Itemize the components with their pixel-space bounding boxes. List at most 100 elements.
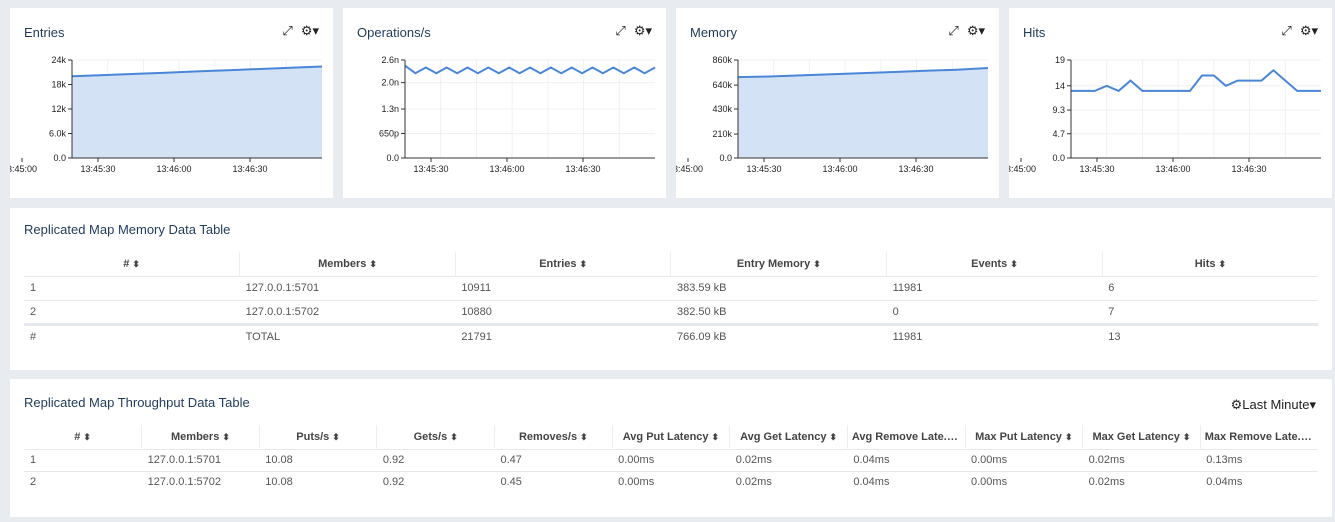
chart-title: Hits — [1023, 25, 1046, 40]
table-cell: 21791 — [455, 322, 671, 348]
column-header[interactable]: Max Put Latency ⬍ — [965, 425, 1084, 449]
chart-title: Operations/s — [357, 25, 431, 40]
column-header[interactable]: Max Get Latency ⬍ — [1082, 425, 1201, 449]
table-cell: 11981 — [886, 275, 1103, 300]
gear-icon[interactable]: ⚙▾ — [967, 23, 985, 39]
column-header[interactable]: Gets/s ⬍ — [376, 425, 495, 449]
y-tick-label: 430k — [712, 104, 732, 114]
sort-icon: ⬍ — [132, 258, 140, 269]
memory-table-panel: Replicated Map Memory Data Table # ⬍ Membe… — [10, 208, 1332, 370]
table-cell: 7 — [1102, 299, 1318, 324]
column-header[interactable]: Events ⬍ — [886, 252, 1103, 276]
memory-table: # ⬍ Members ⬍ Entries ⬍ Entry Memory ⬍ Events ⬍ Hi… — [24, 252, 1318, 348]
chart-title: Memory — [690, 25, 737, 40]
series-line — [1071, 68, 1321, 93]
x-tick-label: 13:46:00 — [822, 164, 857, 174]
table-row: 2 127.0.0.1:5702 10.08 0.92 0.45 0.00ms 0.02ms… — [24, 470, 1318, 493]
throughput-table: # ⬍ Members ⬍ Puts/s ⬍ Gets/s ⬍ Removes/s ⬍ Avg Pu… — [24, 425, 1318, 493]
chart-panel-operations: Operations/s ⤢ ⚙▾ 2.6n 2.0n 1.3n 650p 0.0 13:… — [343, 8, 666, 198]
column-header[interactable]: Avg Get Latency ⬍ — [729, 425, 848, 449]
column-header-label: Avg Get Latency — [740, 430, 827, 443]
table-cell: 0.00ms — [612, 470, 730, 493]
column-header-label: # — [74, 430, 81, 443]
chart-svg: 19 14 9.3 4.7 0.0 3:45:00 13:45:30 13:46:00 13:4… — [1009, 55, 1321, 174]
expand-icon[interactable]: ⤢ — [1281, 23, 1291, 39]
table-cell: 1 — [24, 448, 142, 471]
range-dropdown[interactable]: ⚙Last Minute▾ — [1231, 397, 1316, 413]
y-tick-label: 19 — [1055, 55, 1065, 65]
column-header-label: Gets/s — [413, 430, 448, 443]
sort-icon: ⬍ — [579, 258, 588, 269]
sort-icon: ⬍ — [1182, 431, 1191, 442]
column-header-label: Max Put Latency — [975, 430, 1062, 443]
column-header[interactable]: Puts/s ⬍ — [259, 425, 378, 449]
column-header-label: Entries — [539, 257, 577, 270]
sort-icon: ⬍ — [1010, 258, 1018, 269]
y-tick-label: 0.0 — [53, 153, 66, 163]
gear-icon[interactable]: ⚙▾ — [1300, 23, 1318, 39]
column-header-label: Entry Memory — [736, 257, 811, 270]
column-header[interactable]: Members ⬍ — [141, 425, 260, 449]
x-tick-label: 13:45:30 — [1079, 164, 1114, 174]
column-header-label: Puts/s — [296, 430, 330, 443]
table-cell: 0.04ms — [1200, 470, 1318, 493]
x-tick-label: 13:46:00 — [489, 164, 524, 174]
gear-icon: ⚙ — [1230, 397, 1243, 412]
column-header[interactable]: Hits ⬍ — [1102, 252, 1318, 276]
sort-icon: ⬍ — [829, 431, 838, 442]
table-cell: 127.0.0.1:5701 — [141, 448, 260, 471]
chart-panel-hits: Hits ⤢ ⚙▾ 19 14 9.3 4.7 0.0 3:45:00 13:45:30 13… — [1009, 8, 1332, 198]
gear-icon[interactable]: ⚙▾ — [301, 23, 319, 39]
sort-icon: ⬍ — [1064, 431, 1073, 442]
column-header-label: # — [123, 257, 130, 270]
table-cell: TOTAL — [239, 322, 456, 348]
column-header[interactable]: Members ⬍ — [239, 252, 456, 276]
table-cell: 0.04ms — [847, 448, 965, 471]
table-cell: 1 — [24, 275, 240, 300]
x-tick-label: 13:45:30 — [80, 164, 115, 174]
y-tick-label: 0.0 — [719, 153, 732, 163]
column-header[interactable]: Avg Put Latency ⬍ — [612, 425, 731, 449]
table-cell: 2 — [24, 299, 240, 324]
column-header[interactable]: Max Remove Late... ⬍ — [1200, 425, 1318, 449]
column-header[interactable]: Removes/s ⬍ — [494, 425, 613, 449]
table-cell: 0.13ms — [1200, 448, 1318, 471]
table-cell: 0.00ms — [965, 448, 1083, 471]
table-cell: 0.04ms — [847, 470, 965, 493]
sort-icon: ⬍ — [83, 431, 91, 442]
x-tick-label: 13:46:30 — [898, 164, 933, 174]
y-tick-label: 210k — [712, 129, 732, 139]
column-header-label: Members — [171, 430, 220, 443]
y-tick-label: 1.3n — [381, 104, 399, 114]
column-header[interactable]: # ⬍ — [24, 425, 143, 449]
column-header-label: Hits — [1194, 257, 1216, 270]
y-tick-label: 2.6n — [381, 55, 399, 65]
column-header-label: Avg Remove Late... — [851, 430, 953, 443]
column-header[interactable]: Avg Remove Late... ⬍ — [847, 425, 966, 449]
expand-icon[interactable]: ⤢ — [948, 23, 958, 39]
table-cell: 11981 — [886, 322, 1103, 348]
table-cell: 0.02ms — [1082, 470, 1201, 493]
chart-panel-memory: Memory ⤢ ⚙▾ 860k 640k 430k 210k 0.0 3:45:00 13… — [676, 8, 999, 198]
column-header[interactable]: # ⬍ — [24, 252, 241, 276]
sort-icon: ⬍ — [711, 431, 720, 442]
sort-icon: ⬍ — [813, 258, 821, 269]
column-header-label: Max Get Latency — [1092, 430, 1180, 443]
x-tick-label: 13:46:00 — [156, 164, 191, 174]
table-cell: 0.45 — [494, 470, 613, 493]
table-cell: 382.50 kB — [670, 299, 887, 324]
table-cell: 127.0.0.1:5702 — [141, 470, 260, 493]
table-cell: 10880 — [455, 299, 671, 324]
gear-icon[interactable]: ⚙▾ — [634, 23, 652, 39]
column-header[interactable]: Entries ⬍ — [455, 252, 672, 276]
chart-title: Entries — [24, 25, 65, 40]
sort-icon: ⬍ — [450, 431, 458, 442]
table-cell: 13 — [1102, 322, 1318, 348]
table-row: 2 127.0.0.1:5702 10880 382.50 kB 0 7 — [24, 299, 1318, 324]
expand-icon[interactable]: ⤢ — [282, 23, 292, 39]
expand-icon[interactable]: ⤢ — [615, 23, 625, 39]
column-header[interactable]: Entry Memory ⬍ — [670, 252, 888, 276]
chart-svg: 860k 640k 430k 210k 0.0 3:45:00 13:45:30 13:46:… — [676, 55, 989, 174]
series-area — [738, 68, 988, 158]
x-tick-label: 3:45:00 — [676, 164, 703, 174]
